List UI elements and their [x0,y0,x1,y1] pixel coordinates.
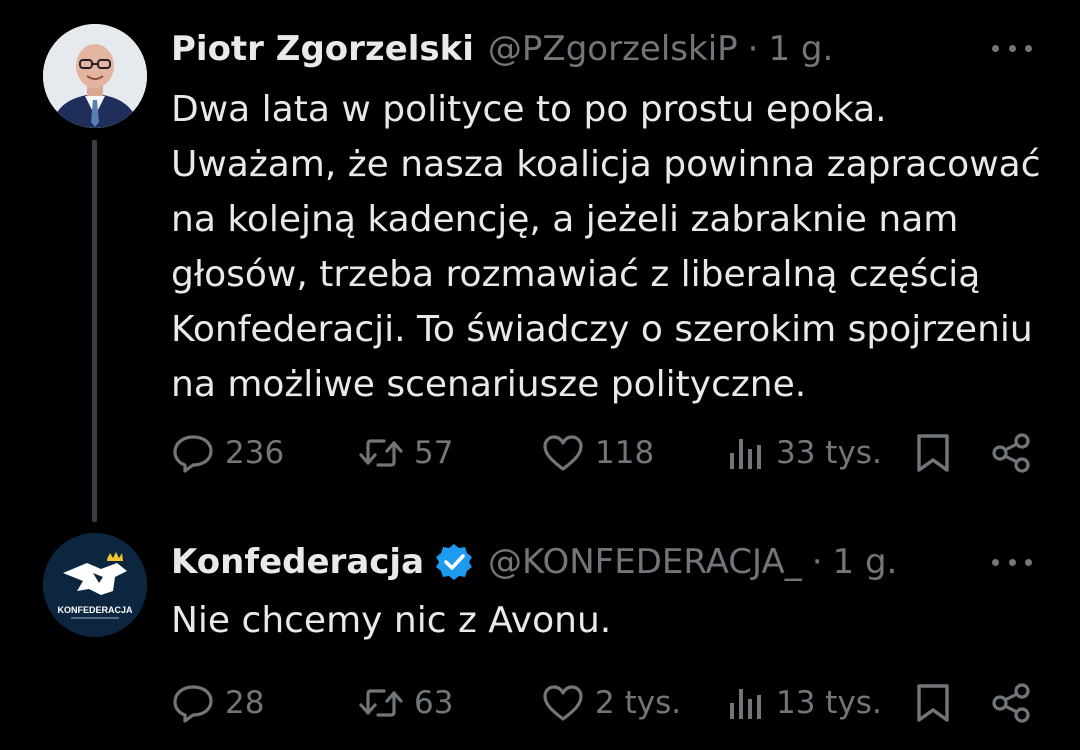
like-button[interactable]: 2 tys. [541,680,681,726]
like-icon [543,435,583,471]
tweet-text-line: na kolejną kadencję, a jeżeli zabraknie … [171,199,959,240]
like-count: 2 tys. [595,685,682,721]
verified-badge-icon [436,544,473,580]
tweet-text-line: głosów, trzeba rozmawiać z liberalną czę… [171,254,981,295]
bookmark-icon [917,434,949,472]
tweet-thread: Piotr Zgorzelski @PZgorzelskiP · 1 g. Dw… [0,0,1080,750]
separator-dot: · [747,29,759,69]
share-button[interactable] [991,680,1033,726]
share-button[interactable] [991,430,1033,476]
like-button[interactable]: 118 [541,430,654,476]
thread-connector-line [92,140,97,522]
author-handle[interactable]: @PZgorzelskiP [488,29,738,69]
bookmark-icon [917,684,949,722]
retweet-count: 63 [414,685,454,721]
avatar-konfederacja[interactable]: KONFEDERACJA [43,533,147,637]
tweet-text-line: Nie chcemy nic z Avonu. [171,600,612,641]
logo-wordmark: KONFEDERACJA [57,605,133,615]
retweet-count: 57 [414,435,454,471]
reply-button[interactable]: 28 [171,680,264,726]
separator-dot: · [811,542,823,582]
views-count: 13 tys. [776,685,882,721]
author-name[interactable]: Konfederacja [171,542,424,582]
tweet-text-line: Dwa lata w polityce to po prostu epoka. [171,89,887,130]
tweet-timestamp[interactable]: 1 g. [768,29,833,69]
konfederacja-logo: KONFEDERACJA [43,533,147,637]
views-button[interactable]: 33 tys. [726,430,882,476]
views-count: 33 tys. [776,435,882,471]
tweet-timestamp[interactable]: 1 g. [833,542,898,582]
share-icon [992,433,1030,473]
tweet-text: Dwa lata w polityce to po prostu epoka. … [171,82,1051,412]
reply-icon [173,435,213,473]
tweet-header: Piotr Zgorzelski @PZgorzelskiP · 1 g. [171,22,833,76]
bookmark-button[interactable] [915,430,951,476]
tweet-text-line: Konfederacji. To świadczy o szerokim spo… [171,309,1033,350]
share-icon [992,683,1030,723]
reply-count: 236 [225,435,285,471]
tweet-actions-bar: 28 63 2 tys. 13 tys. [171,680,1041,726]
reply-count: 28 [225,685,265,721]
tweet-actions-bar: 236 57 118 33 tys. [171,430,1041,476]
retweet-icon [359,439,403,467]
like-icon [543,685,583,721]
reply-icon [173,685,213,723]
tweet-text-line: Uważam, że nasza koalicja powinna zaprac… [171,144,1041,185]
views-icon [730,689,761,719]
author-name[interactable]: Piotr Zgorzelski [171,29,474,69]
like-count: 118 [595,435,655,471]
tweet-text: Nie chcemy nic z Avonu. [171,593,1051,648]
avatar-piotr-zgorzelski[interactable] [43,24,147,128]
retweet-button[interactable]: 63 [358,680,453,726]
more-options-icon[interactable] [992,38,1032,58]
views-button[interactable]: 13 tys. [726,680,882,726]
bookmark-button[interactable] [915,680,951,726]
retweet-button[interactable]: 57 [358,430,453,476]
reply-button[interactable]: 236 [171,430,284,476]
tweet-header: Konfederacja @KONFEDERACJA_ · 1 g. [171,535,897,589]
author-handle[interactable]: @KONFEDERACJA_ [488,542,802,582]
views-icon [730,439,761,469]
more-options-icon[interactable] [992,552,1032,572]
tweet-text-line: na możliwe scenariusze polityczne. [171,364,807,405]
avatar-portrait-image [43,24,147,128]
retweet-icon [359,689,403,717]
